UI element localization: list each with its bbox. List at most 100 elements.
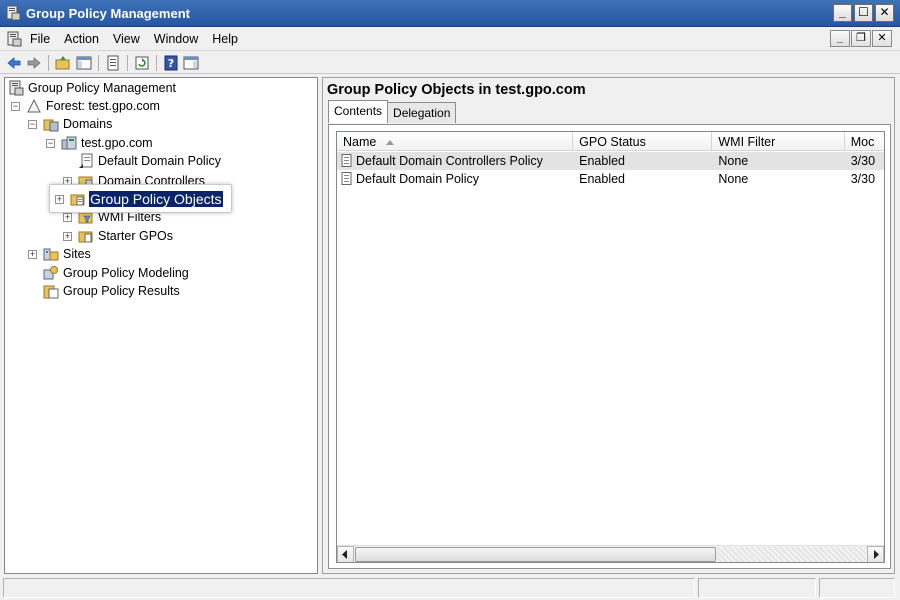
results-icon xyxy=(43,285,59,299)
scroll-thumb[interactable] xyxy=(355,547,716,562)
table-row[interactable]: Default Domain Policy Enabled None 3/30 xyxy=(337,170,884,188)
tree-item-domain-test[interactable]: − test.gpo.com xyxy=(46,134,154,152)
column-header-gpo-status[interactable]: GPO Status xyxy=(573,132,713,151)
horizontal-scrollbar[interactable] xyxy=(337,545,884,562)
status-panel-main xyxy=(3,578,695,598)
up-folder-icon[interactable] xyxy=(55,55,71,71)
show-hide-tree-icon[interactable] xyxy=(76,55,92,71)
expand-toggle[interactable]: + xyxy=(63,212,72,222)
tree-item-forest[interactable]: − Forest: test.gpo.com xyxy=(11,97,161,115)
row-modified: 3/30 xyxy=(850,154,876,168)
tree-label-domain: test.gpo.com xyxy=(81,136,153,150)
gpm-app-icon xyxy=(6,5,21,21)
column-label: Moc xyxy=(850,135,875,149)
selected-node-callout[interactable]: + Group Policy Objects xyxy=(49,184,232,213)
back-arrow-icon[interactable] xyxy=(6,55,22,71)
child-minimize-button[interactable]: _ xyxy=(830,30,850,47)
title-bar: Group Policy Management _ ☐ ✕ xyxy=(0,0,900,27)
status-bar xyxy=(0,576,900,600)
tree-item-gp-results[interactable]: Group Policy Results xyxy=(43,282,181,300)
table-row[interactable]: Default Domain Controllers Policy Enable… xyxy=(337,152,884,170)
mmc-document-icon[interactable] xyxy=(6,31,22,47)
sort-ascending-icon xyxy=(386,140,395,146)
console-tree[interactable]: Group Policy Management − Forest: test.g… xyxy=(4,77,318,574)
list-header: Name GPO Status WMI Filter Moc xyxy=(337,132,884,151)
status-panel-2 xyxy=(698,578,816,598)
row-modified: 3/30 xyxy=(850,172,876,186)
tree-label-root: Group Policy Management xyxy=(28,81,176,95)
gpo-document-icon xyxy=(341,172,352,185)
row-name: Default Domain Controllers Policy xyxy=(356,154,543,168)
gpo-list[interactable]: Name GPO Status WMI Filter Moc Default D… xyxy=(336,131,885,563)
tree-label-default-domain-policy: Default Domain Policy xyxy=(98,154,221,168)
gpo-folder-icon xyxy=(70,194,85,206)
menu-view[interactable]: View xyxy=(113,32,140,46)
tree-label-starter-gpos: Starter GPOs xyxy=(98,229,174,243)
gpo-document-icon xyxy=(341,154,352,167)
gpo-link-icon xyxy=(79,153,93,168)
toolbar: ? xyxy=(0,52,900,74)
tree-item-default-domain-policy[interactable]: Default Domain Policy xyxy=(78,152,222,170)
column-header-name[interactable]: Name xyxy=(337,132,574,151)
scroll-right-arrow-icon xyxy=(874,550,879,559)
menu-window[interactable]: Window xyxy=(154,32,198,46)
status-panel-3 xyxy=(819,578,895,598)
child-close-button[interactable]: ✕ xyxy=(872,30,892,47)
forward-arrow-icon[interactable] xyxy=(26,55,42,71)
tree-label-gpo-selected: Group Policy Objects xyxy=(89,191,223,207)
row-status: Enabled xyxy=(579,154,625,168)
properties-icon[interactable] xyxy=(105,55,121,71)
collapse-toggle[interactable]: − xyxy=(11,101,20,111)
tree-label-domains: Domains xyxy=(63,117,113,131)
domains-icon xyxy=(43,119,59,132)
menu-bar: File Action View Window Help _ ❐ ✕ xyxy=(0,27,900,51)
tab-body: Name GPO Status WMI Filter Moc Default D… xyxy=(328,124,891,569)
tree-item-starter-gpos[interactable]: + Starter GPOs xyxy=(63,227,174,245)
child-restore-button[interactable]: ❐ xyxy=(851,30,871,47)
menu-file[interactable]: File xyxy=(30,32,50,46)
scroll-track[interactable] xyxy=(717,547,866,562)
row-wmi: None xyxy=(718,154,749,168)
column-label: WMI Filter xyxy=(718,135,776,149)
tree-root-gpm[interactable]: Group Policy Management xyxy=(8,79,177,97)
column-header-wmi-filter[interactable]: WMI Filter xyxy=(712,132,845,151)
menu-help[interactable]: Help xyxy=(212,32,238,46)
tab-delegation[interactable]: Delegation xyxy=(387,102,457,123)
collapse-toggle[interactable]: − xyxy=(28,119,37,129)
gpm-console-icon xyxy=(9,80,24,96)
expand-toggle[interactable]: + xyxy=(63,231,72,241)
tree-item-group-policy-objects[interactable]: + Group Policy Objects xyxy=(55,190,223,208)
expand-toggle[interactable]: + xyxy=(28,249,37,259)
tab-contents[interactable]: Contents xyxy=(328,100,389,123)
tree-label-sites: Sites xyxy=(63,247,91,261)
row-name: Default Domain Policy xyxy=(356,172,479,186)
tab-strip: Contents Delegation xyxy=(328,100,457,123)
forest-triangle-icon xyxy=(27,98,41,113)
scroll-left-arrow-icon xyxy=(342,550,347,559)
tree-label-forest: Forest: test.gpo.com xyxy=(46,99,160,113)
column-header-modified[interactable]: Moc xyxy=(845,132,884,151)
tree-item-sites[interactable]: + Sites xyxy=(28,245,92,263)
tree-item-gp-modeling[interactable]: Group Policy Modeling xyxy=(43,264,190,282)
column-label: Name xyxy=(343,135,377,149)
expand-toggle[interactable]: + xyxy=(55,194,64,204)
minimize-button[interactable]: _ xyxy=(833,4,852,22)
modeling-icon xyxy=(43,266,58,280)
page-title: Group Policy Objects in test.gpo.com xyxy=(327,82,586,98)
row-status: Enabled xyxy=(579,172,625,186)
help-icon[interactable]: ? xyxy=(163,55,179,71)
scroll-left-button[interactable] xyxy=(337,546,354,562)
tree-label-modeling: Group Policy Modeling xyxy=(63,266,189,280)
sites-icon xyxy=(43,248,59,261)
menu-action[interactable]: Action xyxy=(64,32,99,46)
action-pane-icon[interactable] xyxy=(183,55,199,71)
collapse-toggle[interactable]: − xyxy=(46,138,55,148)
column-label: GPO Status xyxy=(579,135,646,149)
close-button[interactable]: ✕ xyxy=(875,4,894,22)
refresh-icon[interactable] xyxy=(134,55,150,71)
tree-item-domains[interactable]: − Domains xyxy=(28,115,113,133)
maximize-button[interactable]: ☐ xyxy=(854,4,873,22)
window-title: Group Policy Management xyxy=(26,6,190,21)
scroll-right-button[interactable] xyxy=(867,546,884,562)
row-wmi: None xyxy=(718,172,749,186)
